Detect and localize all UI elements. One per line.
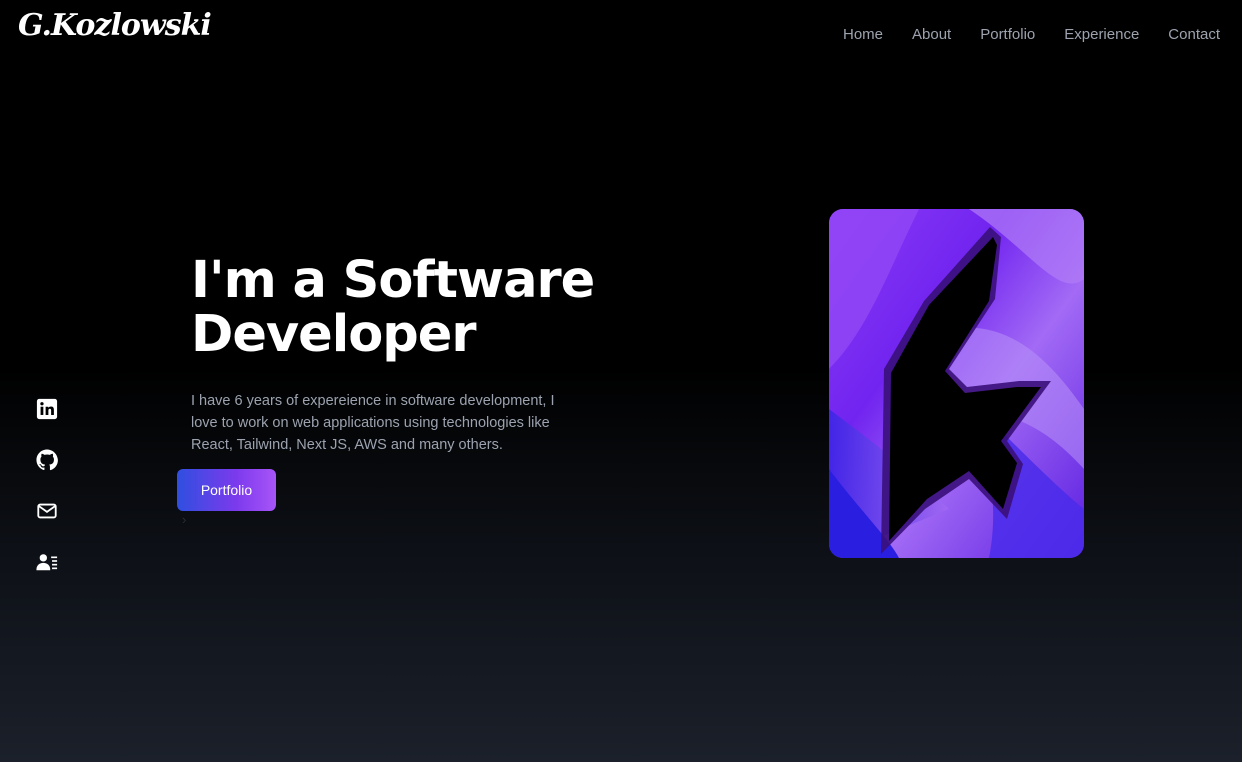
nav-experience[interactable]: Experience [1064,26,1139,43]
github-icon[interactable] [36,449,58,471]
nav-home[interactable]: Home [843,26,883,43]
chevron-right-icon: › [182,512,187,527]
main-nav: Home About Portfolio Experience Contact [843,26,1220,43]
hero-title: I'm a Software Developer [191,254,751,362]
nav-about[interactable]: About [912,26,951,43]
hero-title-line2: Developer [191,305,477,364]
social-links [36,398,58,573]
nav-portfolio[interactable]: Portfolio [980,26,1035,43]
site-logo[interactable]: G.Kozlowski [18,8,212,43]
resume-icon[interactable] [36,551,58,573]
mail-icon[interactable] [36,500,58,522]
portfolio-button[interactable]: Portfolio [177,469,276,511]
hero-title-line1: I'm a Software [191,251,595,310]
linkedin-icon[interactable] [36,398,58,420]
lightning-logo-image [829,209,1084,558]
hero-description: I have 6 years of expereience in softwar… [191,393,555,453]
nav-contact[interactable]: Contact [1168,26,1220,43]
